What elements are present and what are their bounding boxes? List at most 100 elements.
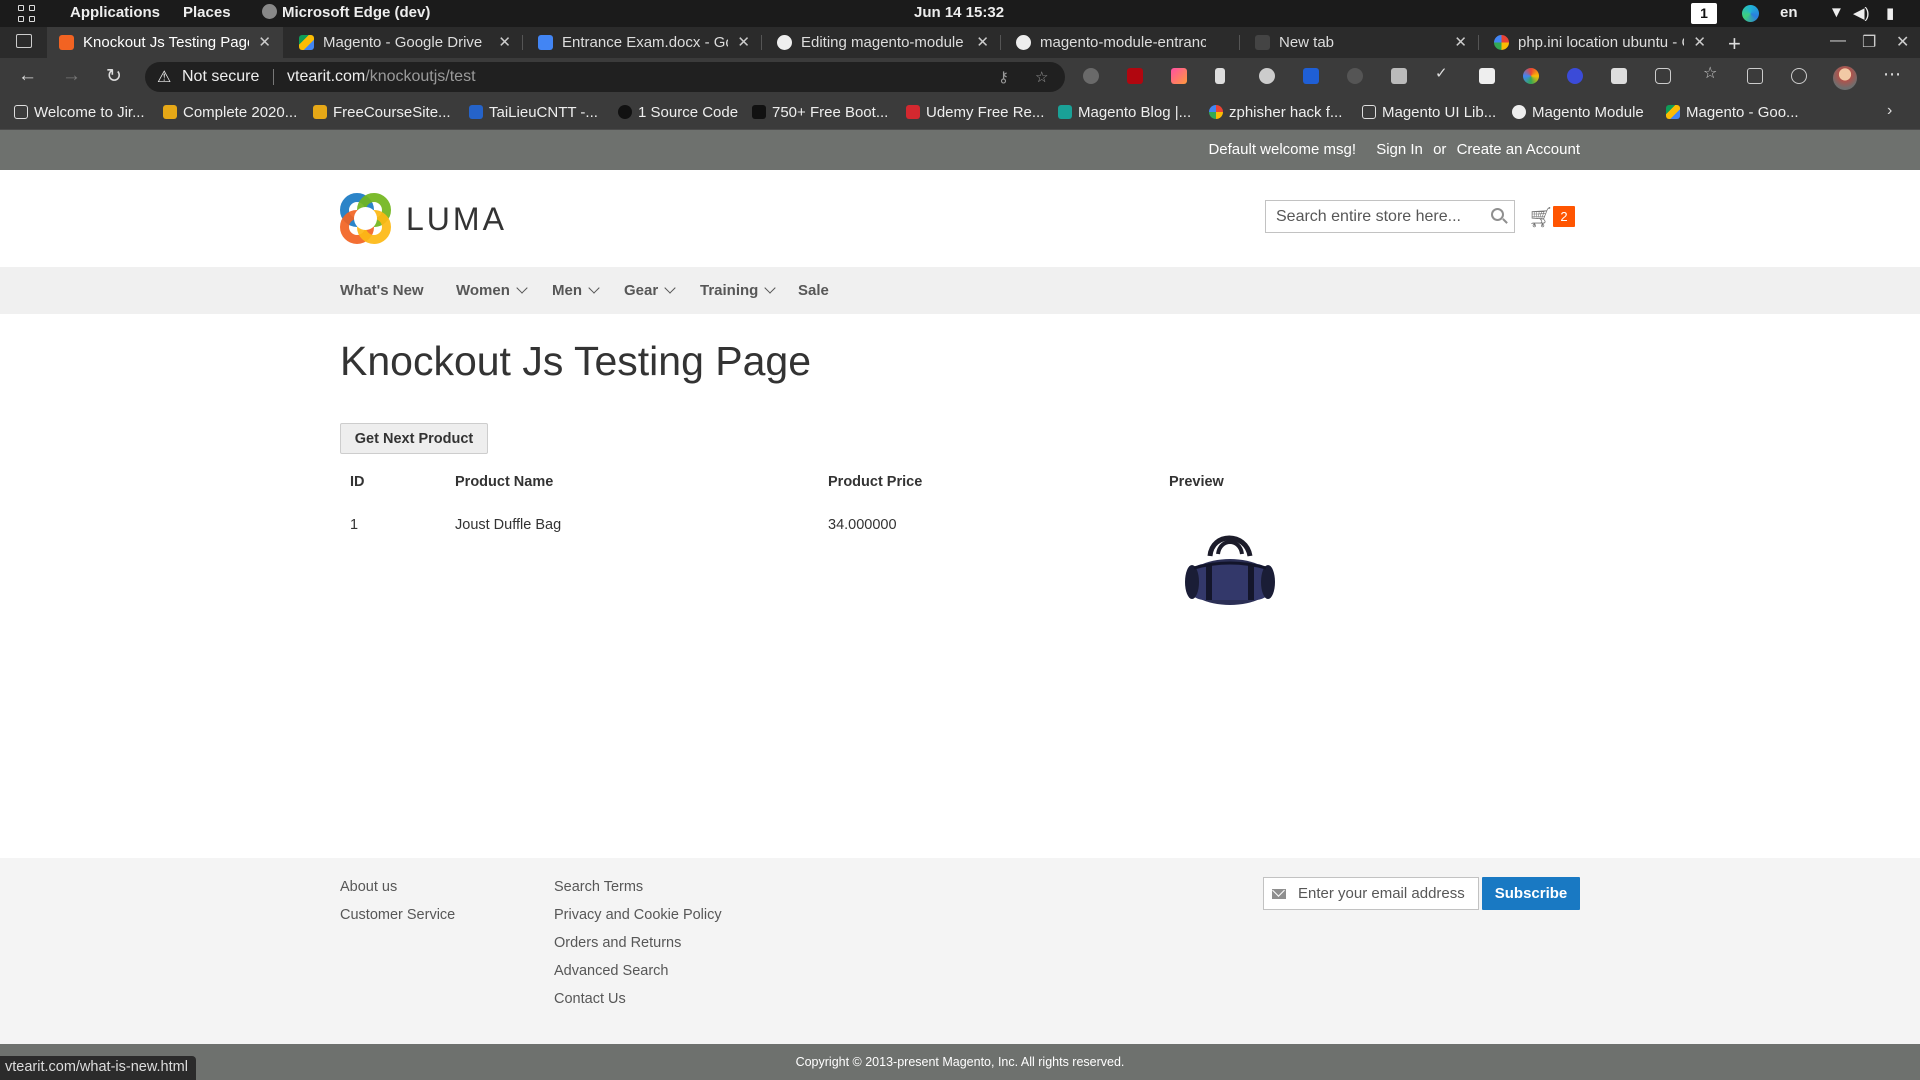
tab-google-drive[interactable]: Magento - Google Drive ✕ <box>287 27 523 58</box>
tab-actions-icon[interactable] <box>16 34 32 48</box>
active-app-menu[interactable]: Microsoft Edge (dev) <box>262 4 430 21</box>
create-account-link[interactable]: Create an Account <box>1457 141 1580 158</box>
color-picker-icon[interactable] <box>1523 68 1539 84</box>
tab-editing-module[interactable]: Editing magento-module ✕ <box>765 27 1001 58</box>
column-header-name: Product Name <box>455 474 554 490</box>
app-grid-icon[interactable] <box>18 5 36 23</box>
workspace-indicator[interactable]: 1 <box>1691 3 1717 24</box>
bookmark-item[interactable]: 1 Source Code <box>618 104 738 121</box>
bookmarks-bar: Welcome to Jir... Complete 2020... FreeC… <box>0 96 1920 130</box>
bookmark-item[interactable]: Udemy Free Re... <box>906 104 1044 121</box>
bookmark-item[interactable]: Welcome to Jir... <box>14 104 145 121</box>
new-tab-plus-icon[interactable]: + <box>1728 31 1741 57</box>
nav-item-women[interactable]: Women <box>456 282 528 299</box>
more-menu-icon[interactable]: ⋯ <box>1883 64 1902 85</box>
gear-icon[interactable] <box>1259 68 1275 84</box>
extension-icon[interactable] <box>1479 68 1495 84</box>
close-tab-icon[interactable]: ✕ <box>498 33 511 51</box>
footer-link-customer-service[interactable]: Customer Service <box>340 907 455 923</box>
footer-link-privacy[interactable]: Privacy and Cookie Policy <box>554 907 722 923</box>
extension-icon[interactable] <box>1083 68 1099 84</box>
nav-item-gear[interactable]: Gear <box>624 282 676 299</box>
wifi-icon[interactable]: ▼ <box>1829 4 1844 21</box>
profile-avatar[interactable] <box>1833 66 1857 90</box>
collections-icon[interactable] <box>1747 68 1763 84</box>
tab-module-entrance[interactable]: magento-module-entranc <box>1004 27 1240 58</box>
language-indicator[interactable]: en <box>1780 4 1798 21</box>
extension-icon[interactable] <box>1611 68 1627 84</box>
bookmark-item[interactable]: Magento - Goo... <box>1666 104 1799 121</box>
bookmark-item[interactable]: Magento UI Lib... <box>1362 104 1496 121</box>
close-tab-icon[interactable]: ✕ <box>258 33 271 51</box>
sign-in-link[interactable]: Sign In <box>1376 141 1423 158</box>
ublock-icon[interactable] <box>1127 68 1143 84</box>
footer-link-search-terms[interactable]: Search Terms <box>554 879 643 895</box>
tab-php-ini[interactable]: php.ini location ubuntu - C ✕ <box>1482 27 1718 58</box>
places-menu[interactable]: Places <box>183 4 231 21</box>
close-tab-icon[interactable]: ✕ <box>737 33 750 51</box>
battery-icon[interactable]: ▮ <box>1886 4 1894 22</box>
security-label[interactable]: Not secure <box>182 68 259 86</box>
logo-text[interactable]: LUMA <box>406 201 507 238</box>
extension-icon[interactable] <box>1567 68 1583 84</box>
tab-new-tab[interactable]: New tab ✕ <box>1243 27 1479 58</box>
close-tab-icon[interactable]: ✕ <box>1693 33 1706 51</box>
or-text: or <box>1433 141 1447 158</box>
restore-icon[interactable]: ❐ <box>1862 32 1876 52</box>
subscribe-button[interactable]: Subscribe <box>1482 877 1580 910</box>
extension-icon[interactable] <box>1347 68 1363 84</box>
close-tab-icon[interactable]: ✕ <box>976 33 989 51</box>
extension-icon[interactable] <box>1171 68 1187 84</box>
close-tab-icon[interactable]: ✕ <box>1454 33 1467 51</box>
nav-item-training[interactable]: Training <box>700 282 777 299</box>
share-icon[interactable] <box>1791 68 1807 84</box>
volume-icon[interactable]: ◀) <box>1853 4 1870 22</box>
nav-item-men[interactable]: Men <box>552 282 600 299</box>
back-icon[interactable]: ← <box>18 65 37 87</box>
forward-icon[interactable]: → <box>62 65 81 87</box>
minimize-icon[interactable]: — <box>1830 32 1846 50</box>
github-icon <box>1016 35 1031 50</box>
bookmark-item[interactable]: zphisher hack f... <box>1209 104 1342 121</box>
footer-link-advanced-search[interactable]: Advanced Search <box>554 963 668 979</box>
panel-links: Default welcome msg! Sign In or Create a… <box>1202 141 1580 158</box>
applications-menu[interactable]: Applications <box>70 4 160 21</box>
footer-link-contact[interactable]: Contact Us <box>554 991 626 1007</box>
url-text[interactable]: vtearit.com/knockoutjs/test <box>287 68 476 86</box>
bookmark-item[interactable]: Complete 2020... <box>163 104 297 121</box>
favorites-icon[interactable]: ☆ <box>1703 63 1719 82</box>
url-path: /knockoutjs/test <box>365 68 476 85</box>
favorite-star-icon[interactable]: ☆ <box>1035 68 1048 86</box>
reload-icon[interactable]: ↻ <box>106 65 122 88</box>
footer-link-about[interactable]: About us <box>340 879 397 895</box>
clock[interactable]: Jun 14 15:32 <box>914 4 1004 21</box>
close-window-icon[interactable]: ✕ <box>1896 32 1909 52</box>
luma-logo-icon[interactable] <box>340 193 391 244</box>
extension-icon[interactable] <box>1215 68 1225 84</box>
nav-item-sale[interactable]: Sale <box>798 282 829 299</box>
get-next-product-button[interactable]: Get Next Product <box>340 423 488 454</box>
extension-icon[interactable] <box>1391 68 1407 84</box>
chevron-right-icon[interactable]: › <box>1887 102 1892 120</box>
extensions-puzzle-icon[interactable] <box>1655 68 1671 84</box>
page-title: Knockout Js Testing Page <box>340 338 812 384</box>
checkmark-icon[interactable]: ✓ <box>1435 64 1451 82</box>
bookmark-item[interactable]: 750+ Free Boot... <box>752 104 888 121</box>
newsletter-email-input[interactable] <box>1298 878 1476 909</box>
key-icon[interactable]: ⚷ <box>998 68 1009 86</box>
bookmark-item[interactable]: Magento Module <box>1512 104 1644 121</box>
search-input[interactable] <box>1266 201 1481 232</box>
edge-tray-icon[interactable] <box>1742 5 1759 22</box>
bookmark-label: TaiLieuCNTT -... <box>489 104 598 121</box>
bookmark-item[interactable]: Magento Blog |... <box>1058 104 1191 121</box>
tab-entrance-exam[interactable]: Entrance Exam.docx - Go ✕ <box>526 27 762 58</box>
search-icon[interactable] <box>1491 208 1504 221</box>
nav-item-whats-new[interactable]: What's New <box>340 282 424 299</box>
bookmark-item[interactable]: FreeCourseSite... <box>313 104 451 121</box>
address-bar[interactable]: ⚠ Not secure vtearit.com/knockoutjs/test… <box>145 62 1065 92</box>
footer-link-orders-returns[interactable]: Orders and Returns <box>554 935 681 951</box>
tab-knockout[interactable]: Knockout Js Testing Page ✕ <box>47 27 283 58</box>
extension-icon[interactable] <box>1303 68 1319 84</box>
bookmark-item[interactable]: TaiLieuCNTT -... <box>469 104 598 121</box>
minicart[interactable]: 🛒︎ 2 <box>1528 203 1582 231</box>
